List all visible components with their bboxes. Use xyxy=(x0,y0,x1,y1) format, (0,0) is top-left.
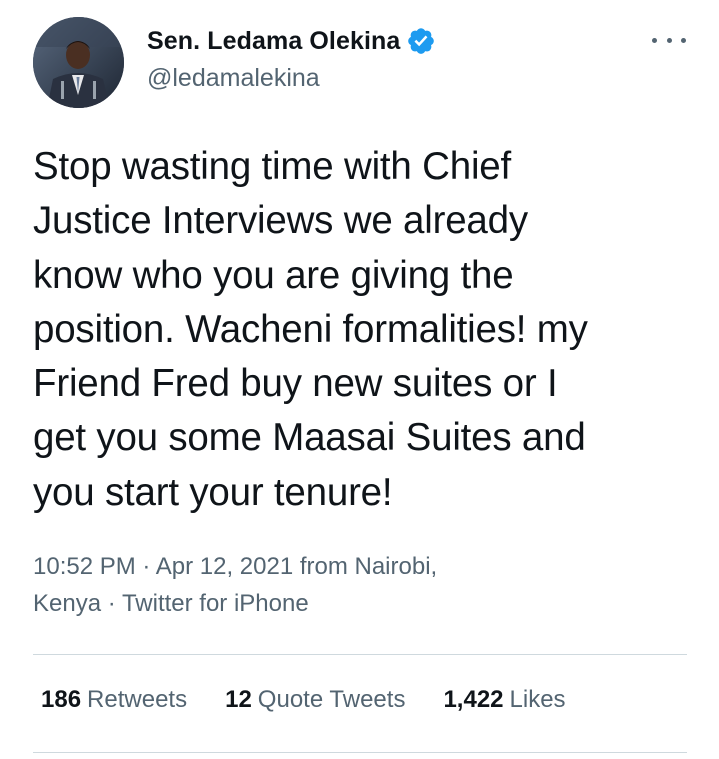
divider-bottom xyxy=(33,752,687,753)
display-name[interactable]: Sen. Ledama Olekina xyxy=(147,27,400,56)
author-block: Sen. Ledama Olekina @ledamalekina xyxy=(147,26,436,93)
verified-badge-icon xyxy=(406,26,436,56)
more-dot xyxy=(681,37,686,43)
handle[interactable]: @ledamalekina xyxy=(147,64,436,93)
more-options-icon[interactable] xyxy=(652,30,686,50)
profile-photo-image xyxy=(33,17,124,108)
stat-retweets[interactable]: 186 Retweets xyxy=(41,686,187,714)
likes-count: 1,422 xyxy=(443,686,504,713)
tweet-text: Stop wasting time with Chief Justice Int… xyxy=(33,145,588,514)
stat-quote-tweets[interactable]: 12 Quote Tweets xyxy=(225,686,405,714)
name-row: Sen. Ledama Olekina xyxy=(147,26,436,56)
more-dot xyxy=(666,37,672,43)
retweets-count: 186 xyxy=(41,686,82,713)
tweet-meta[interactable]: 10:52 PM · Apr 12, 2021 from Nairobi, Ke… xyxy=(33,548,593,622)
divider-top xyxy=(33,654,687,655)
tweet-stats: 186 Retweets 12 Quote Tweets 1,422 Likes xyxy=(41,686,566,714)
stat-likes[interactable]: 1,422 Likes xyxy=(443,686,565,714)
quote-tweets-count: 12 xyxy=(225,686,252,713)
avatar[interactable] xyxy=(33,17,124,108)
retweets-label: Retweets xyxy=(87,686,188,713)
tweet-detail: Sen. Ledama Olekina @ledamalekina Stop w… xyxy=(0,0,719,759)
quote-tweets-label: Quote Tweets xyxy=(257,686,406,713)
more-dot xyxy=(652,37,657,43)
likes-label: Likes xyxy=(509,686,566,713)
